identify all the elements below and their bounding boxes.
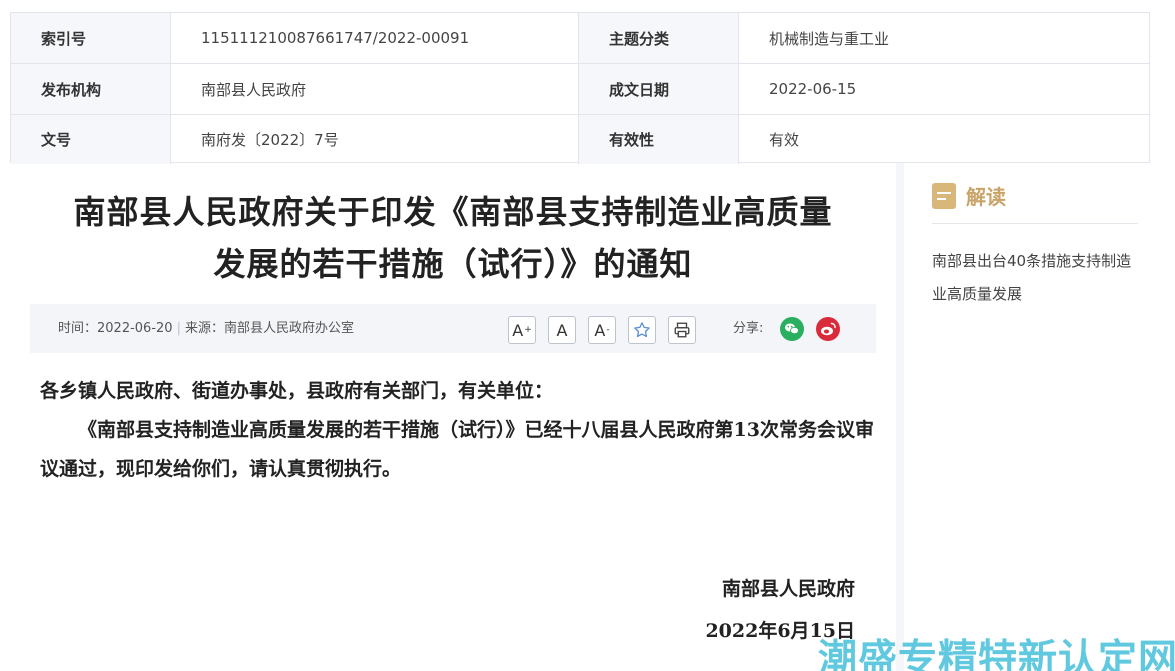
meta-label: 索引号: [11, 13, 171, 63]
divider: |: [176, 321, 181, 336]
star-icon: [634, 322, 650, 338]
article-info-bar: 时间：2022-06-20 | 来源：南部县人民政府办公室 A + A A- 分享:: [30, 304, 876, 353]
plus-mark: +: [524, 325, 532, 335]
weibo-share-icon[interactable]: [816, 317, 840, 341]
panel-header: 解读: [932, 181, 1138, 224]
font-shrink-button[interactable]: A-: [588, 316, 616, 344]
salutation: 各乡镇人民政府、街道办事处，县政府有关部门，有关单位：: [40, 380, 554, 402]
font-letter: A: [512, 320, 524, 340]
meta-label: 发布机构: [11, 64, 171, 114]
title-line: 发展的若干措施（试行）》的通知: [213, 245, 693, 283]
article-meta: 时间：2022-06-20 | 来源：南部县人民政府办公室: [58, 304, 354, 353]
wechat-share-icon[interactable]: [780, 317, 804, 341]
meta-value: 2022-06-15: [769, 80, 857, 98]
panel-title: 解读: [966, 185, 1006, 209]
article-source: 来源：南部县人民政府办公室: [184, 321, 354, 336]
article-title: 南部县人民政府关于印发《南部县支持制造业高质量 发展的若干措施（试行）》的通知: [30, 186, 876, 290]
meta-value: 有效: [769, 131, 800, 149]
metadata-table: 索引号 115111210087661747/2022-00091 主题分类 机…: [10, 12, 1150, 164]
meta-value: 115111210087661747/2022-00091: [171, 13, 579, 63]
watermark-text: 潮盛专精特新认定网: [818, 637, 1175, 671]
body-paragraph: 《南部县支持制造业高质量发展的若干措施（试行）》已经十八届县人民政府第13次常务…: [40, 419, 874, 480]
print-button[interactable]: [668, 316, 696, 344]
meta-value: 南部县人民政府: [171, 64, 579, 114]
meta-label: 文号: [11, 115, 171, 164]
signature-organization: 南部县人民政府: [721, 578, 855, 600]
document-icon: [932, 183, 956, 209]
meta-value: 南府发〔2022〕7号: [171, 115, 579, 164]
meta-label: 主题分类: [579, 13, 739, 63]
meta-value: 机械制造与重工业: [769, 29, 890, 48]
favorite-button[interactable]: [628, 316, 656, 344]
publish-time: 时间：2022-06-20: [58, 321, 173, 336]
font-letter: A: [594, 320, 606, 340]
font-letter: A: [556, 320, 568, 340]
meta-label: 成文日期: [579, 64, 739, 114]
metadata-row: 文号 南府发〔2022〕7号 有效性 有效: [11, 115, 1149, 164]
font-enlarge-button[interactable]: A +: [508, 316, 536, 344]
meta-label: 有效性: [579, 115, 739, 164]
interpretation-link[interactable]: 南部县出台40条措施支持制造业高质量发展: [932, 245, 1146, 311]
font-normal-button[interactable]: A: [548, 316, 576, 344]
printer-icon: [674, 322, 690, 338]
metadata-row: 发布机构 南部县人民政府 成文日期 2022-06-15: [11, 64, 1149, 115]
minus-mark: -: [606, 325, 610, 335]
interpretation-panel: 解读 南部县出台40条措施支持制造业高质量发展: [896, 163, 1175, 671]
title-line: 南部县人民政府关于印发《南部县支持制造业高质量: [73, 193, 833, 231]
article-body: 各乡镇人民政府、街道办事处，县政府有关部门，有关单位： 《南部县支持制造业高质量…: [40, 372, 875, 489]
metadata-row: 索引号 115111210087661747/2022-00091 主题分类 机…: [11, 13, 1149, 64]
share-label: 分享:: [733, 321, 764, 336]
